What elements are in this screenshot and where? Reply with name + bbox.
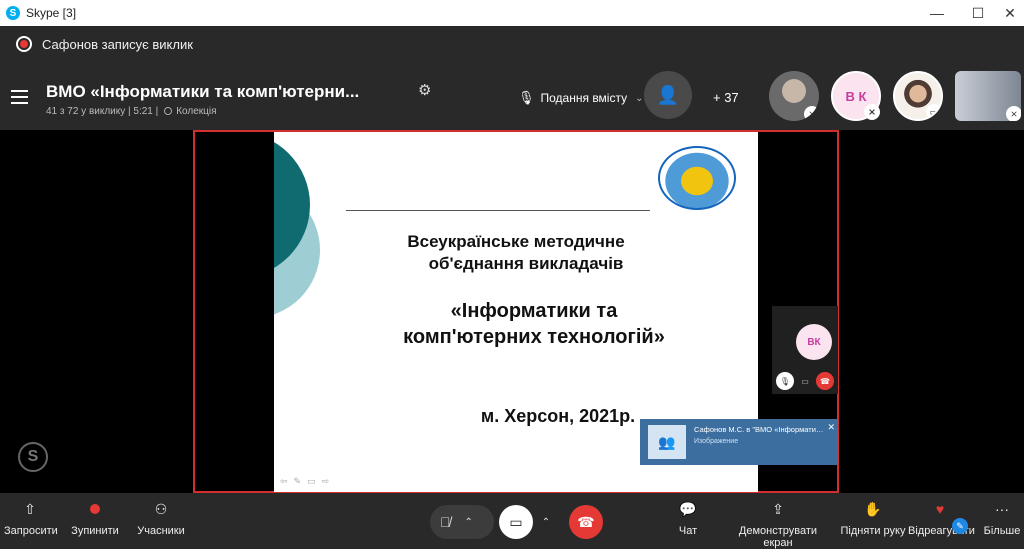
- participants-label: Учасники: [137, 525, 185, 537]
- screen-share-indicator-icon: ▭: [926, 104, 941, 119]
- stop-label: Зупинити: [71, 525, 119, 537]
- notification-toast[interactable]: 👥 Сафонов М.С. в "ВМО «Інформатики ... И…: [640, 419, 838, 465]
- window-titlebar: S Skype [3] — ☐ ✕: [0, 0, 1024, 26]
- skype-watermark-icon: S: [18, 442, 48, 472]
- call-subtitle: 41 з 72 у виклику | 5:21 | Колекція: [46, 106, 217, 117]
- notification-title: Сафонов М.С. в "ВМО «Інформатики ...: [694, 425, 826, 434]
- stop-recording-button[interactable]: Зупинити: [66, 499, 124, 537]
- avatar-initials: В К: [845, 88, 867, 104]
- close-icon[interactable]: ✕: [827, 422, 835, 433]
- self-hangup-icon[interactable]: ☎: [816, 372, 834, 390]
- presenter-mic-icon: 🎙: [518, 90, 535, 105]
- chat-label: Чат: [678, 525, 698, 537]
- skype-app-icon: S: [6, 6, 20, 20]
- more-label: Більше: [983, 525, 1021, 537]
- chevron-up-icon: ⌃: [541, 516, 551, 528]
- raise-hand-button[interactable]: ✋ Підняти руку: [840, 499, 906, 537]
- participant-avatar[interactable]: ▭: [893, 71, 943, 121]
- present-content-button[interactable]: 🎙 Подання вмісту ⌄: [518, 90, 644, 106]
- invite-button[interactable]: ⇧ Запросити: [4, 499, 58, 537]
- notification-subtitle: Изображение: [694, 438, 739, 445]
- chevron-up-icon[interactable]: ⌃: [465, 517, 473, 528]
- self-mic-icon[interactable]: 🎙: [776, 372, 794, 390]
- self-preview[interactable]: ВК 🎙 ▭ ☎: [772, 306, 838, 394]
- more-button[interactable]: ··· Більше: [982, 499, 1022, 537]
- video-options-chevron[interactable]: ⌃: [534, 505, 558, 539]
- hangup-icon: ☎: [577, 513, 595, 530]
- mic-muted-icon: ⨯: [1006, 106, 1021, 121]
- window-title: Skype [3]: [26, 6, 77, 20]
- call-header: ВМО «Інформатики та комп'ютерни... ⚙ 41 …: [0, 62, 1024, 130]
- chevron-down-icon: ⌄: [635, 92, 644, 104]
- heart-icon: ♥: [935, 501, 945, 517]
- present-content-label: Подання вмісту: [540, 91, 628, 105]
- pen-icon: ✎: [952, 518, 968, 534]
- participant-avatar[interactable]: В К ⨯: [831, 71, 881, 121]
- slide-text-line3: «Інформатики та: [450, 300, 618, 322]
- mic-muted-icon: ⨯: [864, 104, 880, 120]
- mic-muted-icon[interactable]: 🎙̸: [440, 514, 451, 530]
- record-icon: [66, 499, 124, 519]
- participant-video-tile[interactable]: ⨯: [955, 71, 1021, 121]
- screen-share-icon: ⇪: [772, 501, 784, 517]
- hand-label: Підняти руку: [840, 525, 906, 537]
- add-people-button[interactable]: 👤: [644, 71, 692, 119]
- slide-tools: ⇦✎▭⇨: [280, 476, 336, 486]
- minimize-button[interactable]: —: [914, 0, 960, 26]
- video-icon: ▭: [509, 513, 523, 530]
- raise-hand-icon: ✋: [864, 501, 882, 517]
- participants-icon: ⚇: [154, 501, 168, 517]
- self-video-off-icon[interactable]: ▭: [796, 372, 814, 390]
- group-icon: 👥: [648, 425, 686, 459]
- maximize-button[interactable]: ☐: [955, 0, 1001, 26]
- recording-text: Сафонов записує виклик: [42, 36, 193, 52]
- close-button[interactable]: ✕: [996, 0, 1024, 26]
- gear-icon[interactable]: ⚙: [418, 81, 431, 99]
- share-screen-button[interactable]: ⇪ Демонструвати екран: [724, 499, 832, 549]
- recording-bar: Сафонов записує виклик: [0, 26, 1024, 62]
- menu-icon[interactable]: [11, 90, 28, 104]
- participants-button[interactable]: ⚇ Учасники: [134, 499, 188, 537]
- mic-control: 🎙̸ ⌃: [430, 505, 494, 539]
- mic-muted-icon: ⨯: [804, 106, 819, 121]
- self-avatar: ВК: [796, 324, 832, 360]
- call-title: ВМО «Інформатики та комп'ютерни...: [46, 82, 360, 101]
- collection-icon: [164, 107, 173, 115]
- invite-label: Запросити: [4, 525, 58, 537]
- video-toggle-button[interactable]: ▭: [499, 505, 533, 539]
- organization-logo: [658, 146, 736, 210]
- slide-text-line2: об'єднання викладачів: [428, 254, 624, 273]
- hangup-button[interactable]: ☎: [569, 505, 603, 539]
- slide-divider: [346, 210, 650, 211]
- recording-icon: [16, 36, 32, 52]
- share-icon: ⇧: [24, 501, 36, 517]
- add-person-icon: 👤: [656, 84, 680, 105]
- more-participants-count[interactable]: + 37: [713, 90, 739, 105]
- slide-text-line4: комп'ютерних технологій»: [403, 326, 665, 348]
- collection-link[interactable]: Колекція: [176, 106, 216, 117]
- chat-button[interactable]: 💬 Чат: [668, 499, 708, 537]
- chat-icon: 💬: [679, 501, 697, 517]
- call-status: 41 з 72 у виклику | 5:21 |: [46, 106, 159, 117]
- more-icon: ···: [995, 501, 1009, 517]
- mouse-cursor-icon: ⬉: [697, 478, 706, 489]
- screen-label: Демонструвати екран: [738, 525, 818, 549]
- participant-avatar[interactable]: ⨯: [769, 71, 819, 121]
- slide-text-line1: Всеукраїнське методичне: [407, 232, 625, 251]
